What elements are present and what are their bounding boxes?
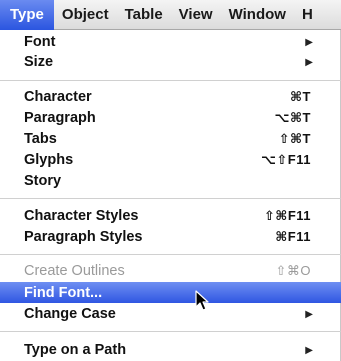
menu-item-find-font[interactable]: Find Font...	[0, 282, 341, 303]
menu-item-paragraph-styles[interactable]: Paragraph Styles ⌘F11	[0, 227, 341, 247]
menu-item-label: Change Case	[24, 306, 116, 322]
menu-item-shortcut: ⇧⌘F11	[263, 208, 311, 223]
menu-item-label: Story	[24, 173, 62, 189]
menu-item-label: Paragraph Styles	[24, 229, 143, 245]
menu-item-label: Size	[24, 54, 54, 70]
menu-separator	[0, 331, 341, 332]
menu-item-shortcut: ⌥⌘T	[274, 110, 311, 125]
menu-item-label: Type on a Path	[24, 342, 127, 358]
menubar-view[interactable]: View	[171, 0, 221, 30]
menu-separator	[0, 254, 341, 255]
menu-item-character-styles[interactable]: Character Styles ⇧⌘F11	[0, 206, 341, 226]
menu-item-label: Tabs	[24, 131, 57, 147]
type-dropdown-menu: Font ▶ Size ▶ Character ⌘T Paragraph ⌥⌘T…	[0, 30, 341, 361]
submenu-arrow-icon: ▶	[305, 344, 313, 356]
menu-item-tabs[interactable]: Tabs ⇧⌘T	[0, 129, 341, 149]
menu-item-size[interactable]: Size ▶	[0, 52, 341, 72]
menu-item-change-case[interactable]: Change Case ▶	[0, 304, 341, 324]
menu-item-label: Font	[24, 34, 56, 50]
menu-item-label: Create Outlines	[24, 263, 125, 279]
menu-item-label: Character Styles	[24, 208, 139, 224]
menu-item-shortcut: ⇧⌘T	[278, 131, 311, 146]
menubar-object[interactable]: Object	[54, 0, 117, 30]
menu-separator	[0, 80, 341, 81]
menu-item-type-on-a-path[interactable]: Type on a Path ▶	[0, 340, 341, 360]
menubar-window[interactable]: Window	[221, 0, 294, 30]
submenu-arrow-icon: ▶	[305, 56, 313, 68]
menu-item-shortcut: ⇧⌘O	[275, 263, 311, 278]
menubar-help[interactable]: H	[294, 0, 321, 30]
submenu-arrow-icon: ▶	[305, 36, 313, 48]
menu-item-shortcut: ⌥⇧F11	[260, 152, 311, 167]
menu-item-font[interactable]: Font ▶	[0, 32, 341, 52]
submenu-arrow-icon: ▶	[305, 308, 313, 320]
menu-item-shortcut: ⌘T	[289, 89, 311, 104]
menubar-table[interactable]: Table	[117, 0, 171, 30]
menubar-type[interactable]: Type	[0, 0, 54, 30]
menu-separator	[0, 198, 341, 199]
menu-item-label: Character	[24, 89, 92, 105]
menu-item-shortcut: ⌘F11	[275, 229, 311, 244]
menu-item-paragraph[interactable]: Paragraph ⌥⌘T	[0, 108, 341, 128]
menu-item-label: Paragraph	[24, 110, 96, 126]
menu-item-label: Glyphs	[24, 152, 74, 168]
menu-item-character[interactable]: Character ⌘T	[0, 87, 341, 107]
menu-item-glyphs[interactable]: Glyphs ⌥⇧F11	[0, 150, 341, 170]
menu-item-story[interactable]: Story	[0, 171, 341, 191]
menu-item-create-outlines: Create Outlines ⇧⌘O	[0, 261, 341, 281]
menu-bar: Type Object Table View Window H	[0, 0, 341, 30]
mouse-pointer-icon	[195, 290, 209, 311]
menu-item-label: Find Font...	[24, 284, 103, 301]
